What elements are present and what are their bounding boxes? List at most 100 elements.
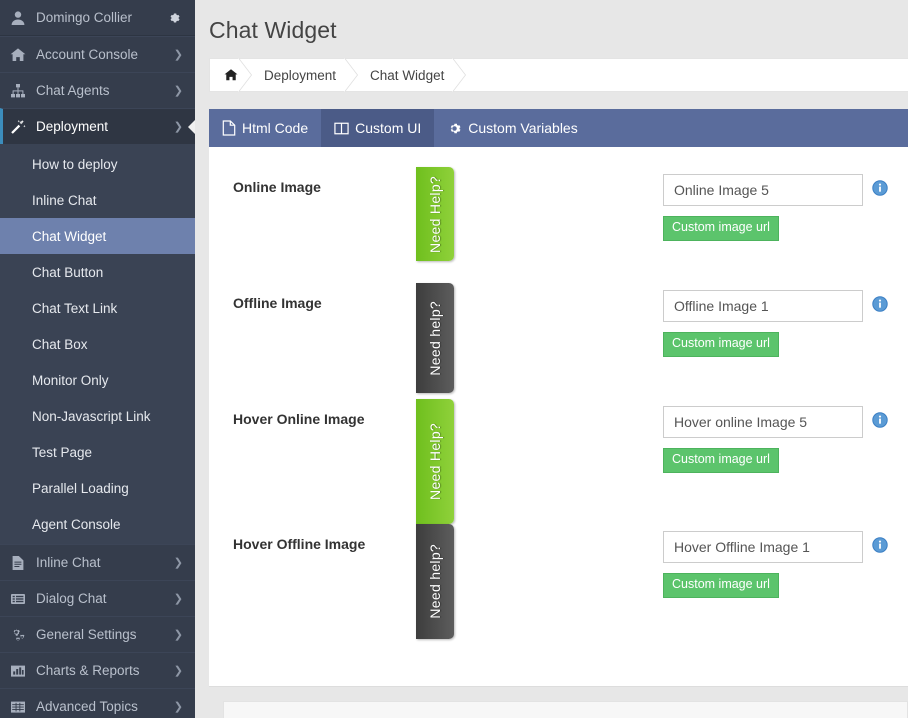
sidebar-subitem-inline-chat[interactable]: Inline Chat [0,182,195,218]
need-help-text: Need help? [427,544,443,619]
gear-icon [447,121,462,136]
tab-label: Html Code [242,120,309,136]
form-row-online-image: Online Image Need Help? Custom image url [209,167,908,283]
sidebar-label: Charts & Reports [36,663,140,678]
sidebar-subitem-chat-box[interactable]: Chat Box [0,326,195,362]
bar-chart-icon [9,662,27,680]
sidebar-subitem-test-page[interactable]: Test Page [0,434,195,470]
custom-image-url-button[interactable]: Custom image url [663,332,779,357]
row-field: Custom image url [663,399,908,473]
home-icon [9,46,27,64]
form-row-offline-image: Offline Image Need help? Custom image ur… [209,283,908,399]
field-column: Custom image url [663,531,863,598]
gears-icon [9,626,27,644]
form-row-hover-offline-image: Hover Offline Image Need help? Custom im… [209,524,908,640]
row-label: Hover Offline Image [233,536,366,552]
sidebar-item-dialog-chat[interactable]: Dialog Chat ❯ [0,580,195,616]
row-label: Offline Image [233,295,322,311]
hover-online-image-input[interactable] [663,406,863,438]
chevron-right-icon: ❯ [173,629,183,641]
sidebar-item-deployment[interactable]: Deployment ❯ [0,108,195,144]
sidebar-user-row[interactable]: Domingo Collier [0,0,195,36]
info-circle-icon[interactable] [872,537,888,558]
list-icon [9,590,27,608]
sidebar-item-charts-reports[interactable]: Charts & Reports ❯ [0,652,195,688]
home-icon [224,66,238,84]
row-preview: Need Help? [411,399,663,524]
custom-ui-panel: Online Image Need Help? Custom image url [209,147,908,687]
tab-custom-ui[interactable]: Custom UI [321,109,435,147]
sidebar-subitem-chat-text-link[interactable]: Chat Text Link [0,290,195,326]
tab-custom-variables[interactable]: Custom Variables [434,109,590,147]
sidebar: Domingo Collier Account Console ❯ Chat A… [0,0,195,718]
breadcrumb-chat-widget[interactable]: Chat Widget [356,58,467,92]
sidebar-item-chat-agents[interactable]: Chat Agents ❯ [0,72,195,108]
row-preview: Need help? [411,524,663,639]
sidebar-subitem-chat-button[interactable]: Chat Button [0,254,195,290]
hover-offline-image-input[interactable] [663,531,863,563]
sidebar-label: Chat Agents [36,83,110,98]
tab-section: Html Code Custom UI Custom Variables Onl… [209,109,908,718]
bottom-panel-strip [223,701,908,718]
sidebar-subitem-agent-console[interactable]: Agent Console [0,506,195,542]
gear-icon[interactable] [165,9,183,27]
row-field: Custom image url [663,167,908,241]
chevron-right-icon: ❯ [173,557,183,569]
row-label: Hover Online Image [233,411,365,427]
row-preview: Need Help? [411,167,663,261]
custom-image-url-button[interactable]: Custom image url [663,448,779,473]
info-circle-icon[interactable] [872,180,888,201]
chevron-down-icon: ❯ [173,121,183,133]
tab-html-code[interactable]: Html Code [209,109,321,147]
sidebar-subitem-how-to-deploy[interactable]: How to deploy [0,146,195,182]
info-circle-icon[interactable] [872,296,888,317]
chevron-right-icon: ❯ [173,593,183,605]
app-root: Domingo Collier Account Console ❯ Chat A… [0,0,908,718]
sidebar-label: Advanced Topics [36,699,138,714]
field-column: Custom image url [663,406,863,473]
tab-bar: Html Code Custom UI Custom Variables [209,109,908,147]
chevron-right-icon: ❯ [173,85,183,97]
sidebar-subitem-non-javascript-link[interactable]: Non-Javascript Link [0,398,195,434]
sidebar-subitem-monitor-only[interactable]: Monitor Only [0,362,195,398]
columns-icon [334,121,349,136]
row-label: Online Image [233,179,321,195]
field-column: Custom image url [663,290,863,357]
need-help-widget-preview: Need Help? [416,399,454,524]
chevron-right-icon: ❯ [173,49,183,61]
sidebar-item-advanced-topics[interactable]: Advanced Topics ❯ [0,688,195,718]
sidebar-subitem-chat-widget[interactable]: Chat Widget [0,218,195,254]
info-circle-icon[interactable] [872,412,888,433]
breadcrumb-home[interactable] [210,58,252,92]
row-preview: Need help? [411,283,663,393]
offline-image-input[interactable] [663,290,863,322]
breadcrumb-deployment[interactable]: Deployment [250,58,359,92]
user-icon [9,9,27,27]
sidebar-label: Account Console [36,47,139,62]
sidebar-label: Inline Chat [36,555,101,570]
table-icon [9,698,27,716]
need-help-text: Need Help? [427,175,443,253]
tab-label: Custom Variables [468,120,578,136]
chevron-right-icon: ❯ [173,701,183,713]
magic-wand-icon [9,118,27,136]
sidebar-label: General Settings [36,627,137,642]
sidebar-item-account-console[interactable]: Account Console ❯ [0,36,195,72]
main-content: Chat Widget Deployment Chat Widget Html … [195,0,908,718]
custom-image-url-button[interactable]: Custom image url [663,573,779,598]
page-title: Chat Widget [209,17,337,43]
form-row-hover-online-image: Hover Online Image Need Help? Custom ima… [209,399,908,524]
need-help-text: Need Help? [427,423,443,500]
field-column: Custom image url [663,174,863,241]
sidebar-subitem-parallel-loading[interactable]: Parallel Loading [0,470,195,506]
custom-image-url-button[interactable]: Custom image url [663,216,779,241]
online-image-input[interactable] [663,174,863,206]
file-icon [222,120,236,136]
user-name: Domingo Collier [36,10,133,25]
row-field: Custom image url [663,524,908,598]
chevron-right-icon: ❯ [173,665,183,677]
need-help-widget-preview: Need Help? [416,167,454,261]
need-help-text: Need help? [427,300,443,376]
sidebar-item-inline-chat[interactable]: Inline Chat ❯ [0,544,195,580]
sidebar-item-general-settings[interactable]: General Settings ❯ [0,616,195,652]
